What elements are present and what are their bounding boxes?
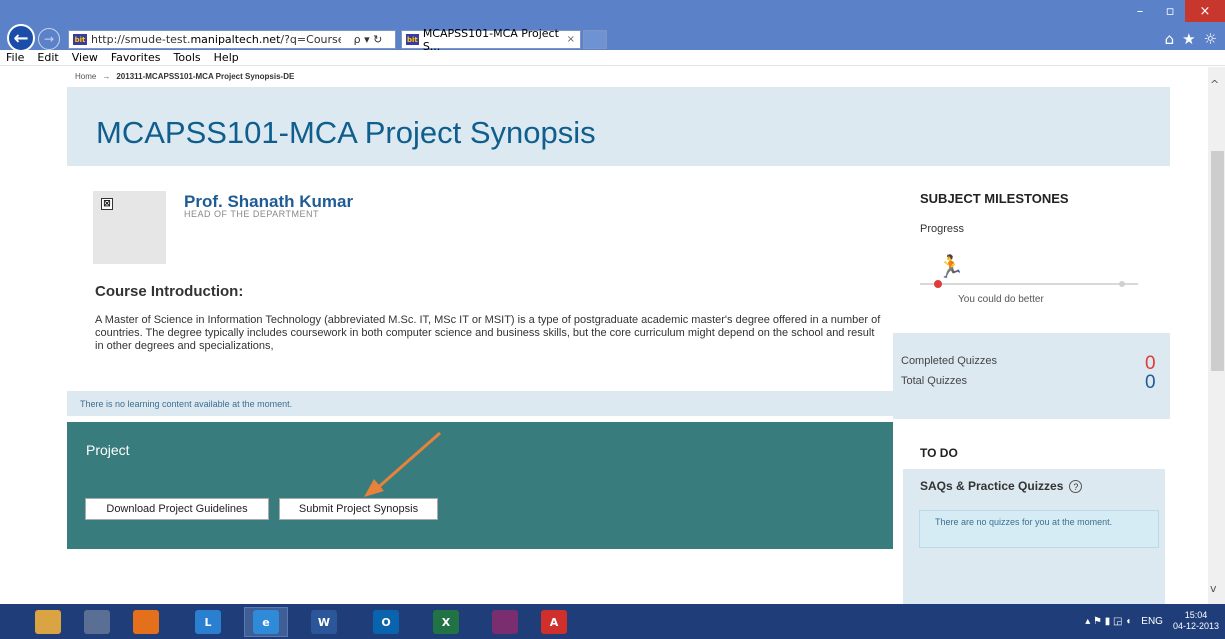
taskbar-button[interactable]: e — [244, 607, 288, 637]
settings-gear-icon[interactable]: ☼ — [1204, 30, 1217, 48]
annotation-arrow-icon — [364, 431, 441, 497]
milestones-title: SUBJECT MILESTONES — [920, 191, 1069, 206]
home-icon[interactable]: ⌂ — [1165, 30, 1175, 48]
progress-track — [920, 283, 1138, 285]
taskbar-button[interactable]: X — [424, 607, 468, 637]
course-intro-text: A Master of Science in Information Techn… — [95, 314, 881, 352]
taskbar: Le W O X A ▴ ⚑ ▮ ◲ ◖ ENG 15:04 04-12-2013 — [0, 604, 1225, 639]
lync-icon: L — [195, 610, 221, 634]
runner-icon: 🏃 — [937, 255, 965, 280]
address-bar[interactable]: bit http://smude-test.manipaltech.net/?q… — [68, 30, 396, 49]
tray-icons[interactable]: ▴ ⚑ ▮ ◲ ◖ — [1085, 616, 1131, 627]
professor-role: HEAD OF THE DEPARTMENT — [184, 209, 320, 219]
tool-icon — [84, 610, 110, 634]
menu-view[interactable]: View — [72, 51, 98, 64]
browser-chrome: ← → bit http://smude-test.manipaltech.ne… — [0, 0, 1225, 53]
taskbar-button[interactable]: O — [364, 607, 408, 637]
clock[interactable]: 15:04 04-12-2013 — [1173, 610, 1219, 632]
completed-quizzes-label: Completed Quizzes — [901, 355, 997, 367]
close-window-button[interactable]: × — [1185, 0, 1225, 22]
taskbar-button[interactable] — [483, 607, 527, 637]
menu-bar: File Edit View Favorites Tools Help — [0, 50, 1225, 66]
project-title: Project — [86, 442, 130, 458]
breadcrumb-home[interactable]: Home — [75, 72, 96, 81]
no-content-notice: There is no learning content available a… — [67, 391, 893, 416]
file-explorer-icon — [35, 610, 61, 634]
tab-title: MCAPSS101-MCA Project S... — [422, 26, 559, 53]
excel-icon: X — [433, 610, 459, 634]
menu-file[interactable]: File — [6, 51, 24, 64]
total-quizzes-value: 0 — [1145, 372, 1156, 393]
project-panel — [67, 422, 893, 549]
system-tray: ▴ ⚑ ▮ ◲ ◖ ENG 15:04 04-12-2013 — [1085, 610, 1219, 632]
tab-close-icon[interactable]: × — [567, 34, 575, 45]
saq-title-text: SAQs & Practice Quizzes — [920, 479, 1064, 493]
taskbar-button[interactable] — [26, 607, 70, 637]
progress-message: You could do better — [958, 294, 1044, 305]
menu-help[interactable]: Help — [214, 51, 239, 64]
progress-label: Progress — [920, 223, 965, 235]
help-icon[interactable]: ? — [1069, 480, 1083, 493]
menu-edit[interactable]: Edit — [37, 51, 58, 64]
language-indicator[interactable]: ENG — [1141, 616, 1163, 627]
download-guidelines-button[interactable]: Download Project Guidelines — [85, 498, 269, 520]
word-icon: W — [311, 610, 337, 634]
page-content: Home → 201311-MCAPSS101-MCA Project Synops… — [0, 67, 1225, 604]
site-favicon-icon: bit — [73, 34, 87, 45]
forward-arrow-icon: → — [43, 32, 55, 46]
back-arrow-icon: ← — [13, 27, 29, 49]
progress-end-marker — [1119, 281, 1125, 287]
new-tab-button[interactable] — [583, 30, 607, 49]
winrar-icon — [492, 610, 518, 634]
menu-favorites[interactable]: Favorites — [111, 51, 161, 64]
favorites-star-icon[interactable]: ★ — [1182, 30, 1195, 48]
back-button[interactable]: ← — [7, 24, 35, 52]
outlook-icon: O — [373, 610, 399, 634]
window-controls: – ▫ × — [1125, 0, 1225, 22]
internet-explorer-icon: e — [253, 610, 279, 634]
scrollbar-thumb[interactable] — [1211, 151, 1224, 371]
clock-time: 15:04 — [1184, 610, 1208, 620]
scroll-down-icon[interactable]: v — [1210, 582, 1217, 595]
breadcrumb-current: 201311-MCAPSS101-MCA Project Synopsis-DE — [116, 72, 295, 81]
browser-tool-icons: ⌂ ★ ☼ — [1165, 30, 1217, 48]
breadcrumb: Home → 201311-MCAPSS101-MCA Project Synops… — [75, 72, 294, 81]
clock-date: 04-12-2013 — [1172, 621, 1219, 631]
taskbar-button[interactable] — [75, 607, 119, 637]
course-intro-title: Course Introduction: — [95, 283, 244, 300]
restore-button[interactable]: ▫ — [1155, 0, 1185, 22]
breadcrumb-arrow-icon: → — [102, 72, 111, 81]
taskbar-button[interactable]: A — [532, 607, 576, 637]
broken-image-icon: ⊠ — [101, 198, 113, 210]
taskbar-button[interactable] — [124, 607, 168, 637]
taskbar-button[interactable]: L — [186, 607, 230, 637]
progress-marker — [934, 280, 942, 288]
browser-tab-active[interactable]: bit MCAPSS101-MCA Project S... × — [401, 27, 581, 53]
page-title: MCAPSS101-MCA Project Synopsis — [96, 115, 596, 150]
url-text[interactable]: http://smude-test.manipaltech.net/?q=Cou… — [91, 33, 341, 46]
taskbar-button[interactable]: W — [302, 607, 346, 637]
minimize-button[interactable]: – — [1125, 0, 1155, 22]
todo-title: TO DO — [920, 446, 958, 460]
scroll-up-icon[interactable]: ^ — [1210, 78, 1219, 91]
saq-title: SAQs & Practice Quizzes? — [920, 479, 1083, 493]
menu-tools[interactable]: Tools — [174, 51, 201, 64]
forward-button[interactable]: → — [38, 28, 60, 50]
tab-favicon-icon: bit — [406, 34, 419, 45]
acrobat-icon: A — [541, 610, 567, 634]
firefox-icon — [133, 610, 159, 634]
total-quizzes-label: Total Quizzes — [901, 375, 968, 387]
address-controls[interactable]: ρ ▾ ↻ — [341, 33, 395, 46]
no-quizzes-notice: There are no quizzes for you at the mome… — [919, 510, 1159, 548]
